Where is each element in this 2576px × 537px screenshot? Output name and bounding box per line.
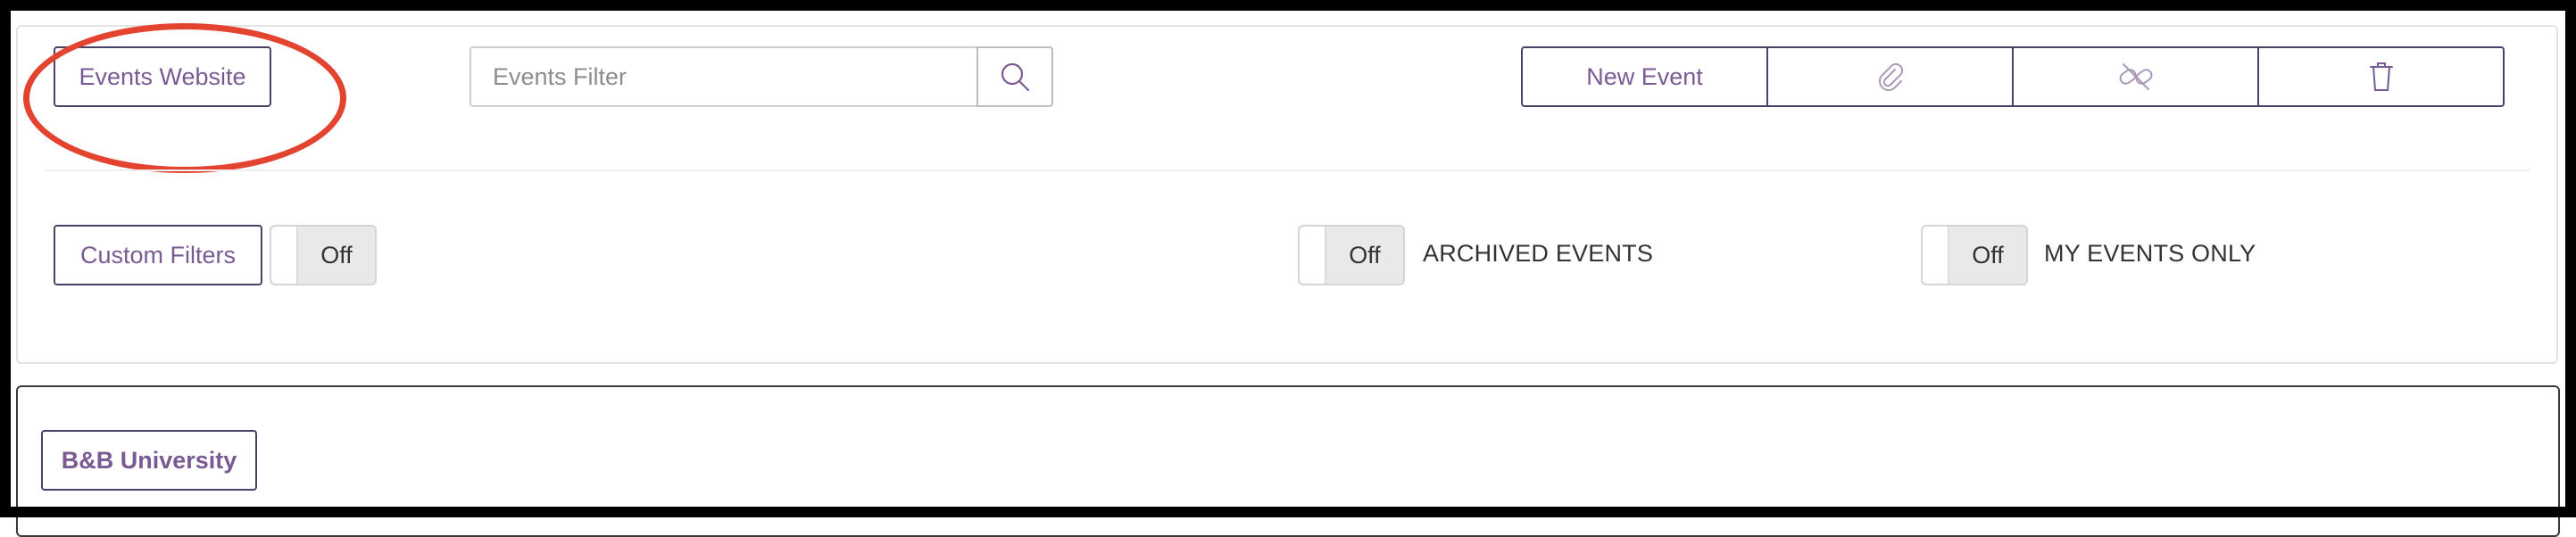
- event-group-panel: [16, 385, 2560, 537]
- paperclip-icon: [1875, 62, 1906, 92]
- custom-filters-toggle[interactable]: Off: [270, 225, 377, 285]
- delete-button[interactable]: [2257, 46, 2505, 107]
- archived-events-label: ARCHIVED EVENTS: [1423, 239, 1654, 267]
- search-icon: [998, 60, 1032, 94]
- toggle-state-label: Off: [320, 241, 353, 268]
- attach-button[interactable]: [1766, 46, 2014, 107]
- toggle-knob: [271, 227, 298, 284]
- my-events-only-label: MY EVENTS ONLY: [2044, 239, 2256, 267]
- toggle-knob: [1300, 227, 1326, 284]
- toolbar-divider: [45, 169, 2530, 171]
- unlink-button[interactable]: [2012, 46, 2259, 107]
- new-event-button[interactable]: New Event: [1521, 46, 1768, 107]
- events-filter-input[interactable]: [469, 46, 976, 107]
- unlink-icon: [2116, 62, 2156, 92]
- custom-filters-button[interactable]: Custom Filters: [54, 225, 262, 285]
- my-events-only-toggle[interactable]: Off: [1921, 225, 2028, 285]
- group-button-bb-university[interactable]: B&B University: [41, 430, 257, 491]
- events-website-button[interactable]: Events Website: [54, 46, 271, 107]
- search-button[interactable]: [976, 46, 1053, 107]
- toggle-state-label: Off: [1972, 241, 2004, 268]
- event-actions-group: New Event: [1521, 46, 2505, 107]
- toggle-state-label: Off: [1349, 241, 1381, 268]
- archived-events-toggle[interactable]: Off: [1298, 225, 1405, 285]
- toggle-knob: [1923, 227, 1949, 284]
- trash-icon: [2368, 61, 2395, 93]
